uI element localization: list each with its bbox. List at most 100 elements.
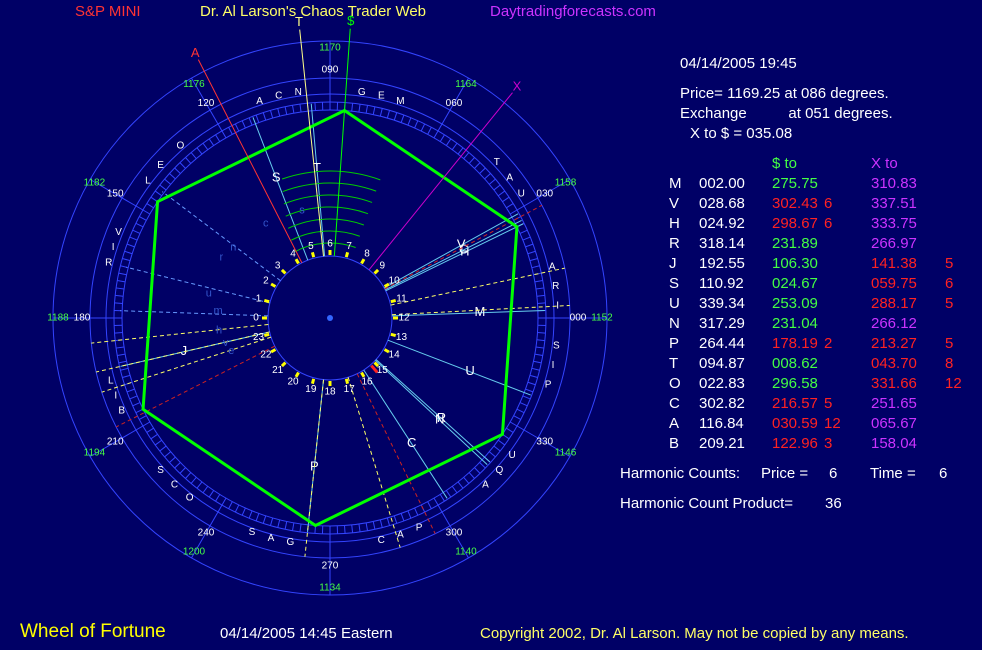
planet-symbol: N: [435, 412, 444, 427]
hour-mark: [310, 378, 316, 385]
price-label: 1158: [555, 178, 577, 189]
row-x-to: 065.67: [871, 415, 917, 432]
degree-tick: [439, 134, 445, 142]
hour-label: 19: [305, 384, 317, 395]
degree-tick: [142, 421, 151, 427]
time-arc: [283, 194, 373, 205]
hour-mark: [310, 251, 316, 258]
row-position: 028.68: [699, 195, 745, 212]
faint-glyph: r: [220, 251, 224, 263]
time-arc: [281, 170, 381, 181]
degree-tick: [185, 472, 192, 479]
harmonic-counts-label: Harmonic Counts:: [620, 465, 741, 482]
degree-tick: [527, 250, 536, 255]
hour-mark: [344, 251, 350, 258]
degree-tick: [169, 456, 176, 463]
zodiac-letter: A: [256, 96, 263, 107]
degree-tick: [154, 439, 163, 446]
row-symbol: A: [669, 415, 680, 432]
degree-tick: [190, 477, 197, 484]
zodiac-letter: I: [556, 301, 559, 312]
degree-tick: [493, 445, 501, 452]
degree-tick: [241, 120, 246, 129]
planet-line: [252, 117, 309, 261]
pointer-label: T: [295, 14, 303, 29]
hour-mark: [294, 258, 300, 265]
hour-label: 9: [380, 260, 386, 271]
hour-label: 12: [398, 313, 410, 324]
hour-label: 20: [287, 377, 299, 388]
faint-glyph: u: [206, 288, 212, 300]
degree-tick: [400, 513, 405, 522]
degree-tick: [509, 209, 518, 215]
row-position: 339.34: [699, 295, 745, 312]
degree-tick: [536, 294, 545, 297]
row-x-count: 6: [945, 275, 954, 292]
exchange-line: Exchange at 051 degrees.: [680, 105, 893, 122]
planet-symbol: U: [465, 363, 474, 378]
price-label: 1194: [84, 448, 106, 459]
degree-tick: [117, 279, 126, 283]
degree-tick: [255, 114, 260, 123]
hour-label: 21: [272, 365, 284, 376]
faint-glyph: h: [216, 325, 222, 337]
degree-tick: [506, 427, 514, 433]
hour-mark: [280, 268, 287, 275]
zodiac-letter: G: [358, 87, 366, 98]
price-label: 1152: [591, 313, 613, 324]
degree-tick: [414, 120, 419, 129]
degree-tick: [537, 332, 546, 334]
row-x-count: 5: [945, 255, 954, 272]
price-label: 1176: [183, 79, 205, 90]
degree-tick: [124, 250, 133, 255]
zodiac-letter: L: [145, 175, 151, 186]
zodiac-letter: A: [482, 479, 489, 490]
degree-tick: [126, 388, 135, 393]
planet-line: [385, 223, 524, 292]
row-x-to: 331.66: [871, 375, 917, 392]
degree-tick: [535, 346, 544, 349]
degree-tick: [269, 110, 274, 119]
degree-tick: [291, 522, 295, 531]
degree-tick: [484, 173, 491, 180]
degree-tick: [228, 501, 233, 509]
degree-tick: [372, 106, 376, 115]
pointer-line: [333, 28, 351, 257]
planet-line: [385, 219, 522, 291]
degree-tick: [118, 272, 127, 276]
harmonic-time-label: Time =: [870, 465, 916, 482]
degree-tick: [234, 504, 240, 513]
row-dollar-to: 298.67: [772, 215, 818, 232]
row-dollar-to: 296.58: [772, 375, 818, 392]
row-dollar-count: 5: [824, 395, 833, 412]
degree-tick: [284, 106, 288, 115]
degree-tick: [114, 332, 123, 334]
hour-label: 17: [344, 384, 356, 395]
zodiac-letter: O: [186, 492, 194, 503]
row-symbol: P: [669, 335, 680, 352]
degree-tick: [519, 402, 528, 407]
eastern-time: 04/14/2005 14:45 Eastern: [220, 625, 393, 642]
zodiac-letter: G: [287, 537, 295, 548]
hour-label: 7: [346, 241, 352, 252]
row-dollar-to: 024.67: [772, 275, 818, 292]
zodiac-letter: V: [115, 227, 122, 238]
row-symbol: H: [669, 215, 680, 232]
row-dollar-to: 122.96: [772, 435, 818, 452]
row-x-to: 266.97: [871, 235, 917, 252]
zodiac-letter: P: [545, 379, 552, 390]
degree-tick: [502, 196, 510, 203]
degree-tick: [126, 243, 135, 248]
degree-tick: [255, 513, 260, 522]
planet-symbol: M: [474, 304, 485, 319]
pointer-label: X: [513, 79, 522, 94]
degree-tick: [150, 433, 158, 440]
zodiac-letter: E: [157, 160, 164, 171]
degree-tick: [489, 178, 496, 185]
hour-label: 8: [364, 249, 370, 260]
degree-tick: [299, 104, 302, 113]
degree-tick: [208, 490, 215, 498]
degree-tick: [117, 353, 126, 357]
degree-tick: [196, 147, 203, 155]
hour-mark: [263, 332, 270, 338]
